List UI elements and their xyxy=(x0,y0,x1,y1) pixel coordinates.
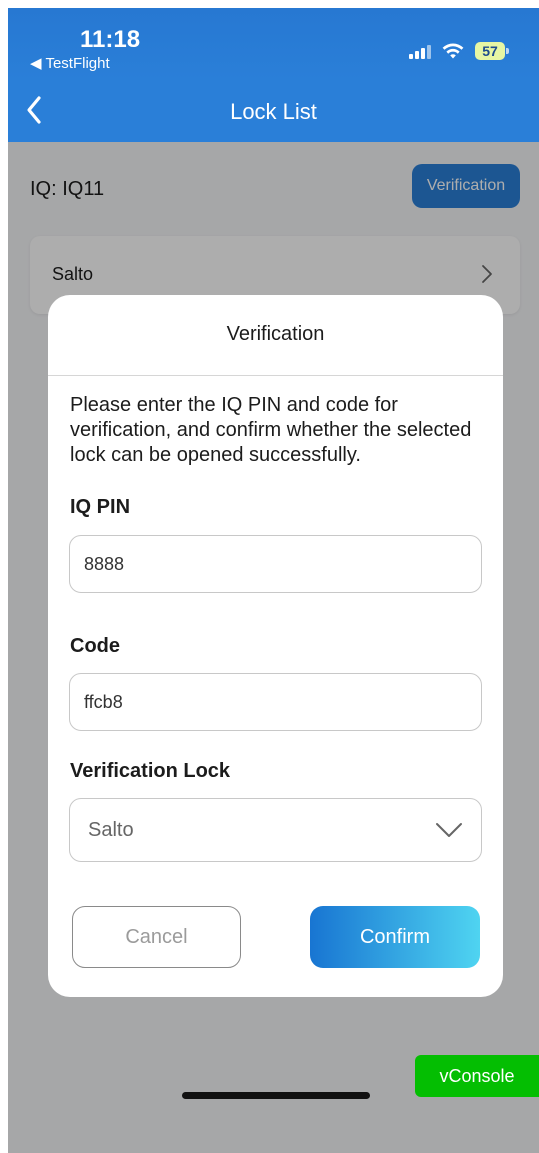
phone-screen: 11:18 ◀ TestFlight 57 Lock List IQ: IQ11… xyxy=(8,8,539,1153)
status-bar: 11:18 ◀ TestFlight 57 xyxy=(8,8,539,80)
signal-icon xyxy=(409,43,431,59)
status-time: 11:18 xyxy=(80,26,141,53)
verification-lock-label: Verification Lock xyxy=(70,760,231,782)
dialog-title: Verification xyxy=(226,323,325,345)
page-title: Lock List xyxy=(230,99,317,124)
cancel-button[interactable]: Cancel xyxy=(72,906,241,968)
battery-icon: 57 xyxy=(475,42,509,60)
chevron-down-icon xyxy=(436,823,462,837)
navigation-bar: Lock List xyxy=(8,80,539,142)
vconsole-button[interactable]: vConsole xyxy=(415,1055,539,1097)
iq-pin-label: IQ PIN xyxy=(70,496,131,518)
status-icons: 57 xyxy=(409,42,509,60)
dialog-description: Please enter the IQ PIN and code for ver… xyxy=(70,394,472,466)
wifi-icon xyxy=(442,43,464,59)
testflight-back-link[interactable]: ◀ TestFlight xyxy=(30,54,110,72)
testflight-label: TestFlight xyxy=(45,55,110,72)
verification-lock-select[interactable]: Salto xyxy=(69,798,482,862)
iq-pin-input[interactable] xyxy=(69,535,482,593)
selected-lock: Salto xyxy=(88,819,134,841)
home-indicator xyxy=(182,1092,370,1099)
verification-dialog: Verification Please enter the IQ PIN and… xyxy=(48,295,503,997)
code-label: Code xyxy=(70,635,120,657)
dialog-divider xyxy=(48,375,503,376)
confirm-button[interactable]: Confirm xyxy=(310,906,480,968)
code-input[interactable] xyxy=(69,673,482,731)
battery-level: 57 xyxy=(482,43,498,59)
